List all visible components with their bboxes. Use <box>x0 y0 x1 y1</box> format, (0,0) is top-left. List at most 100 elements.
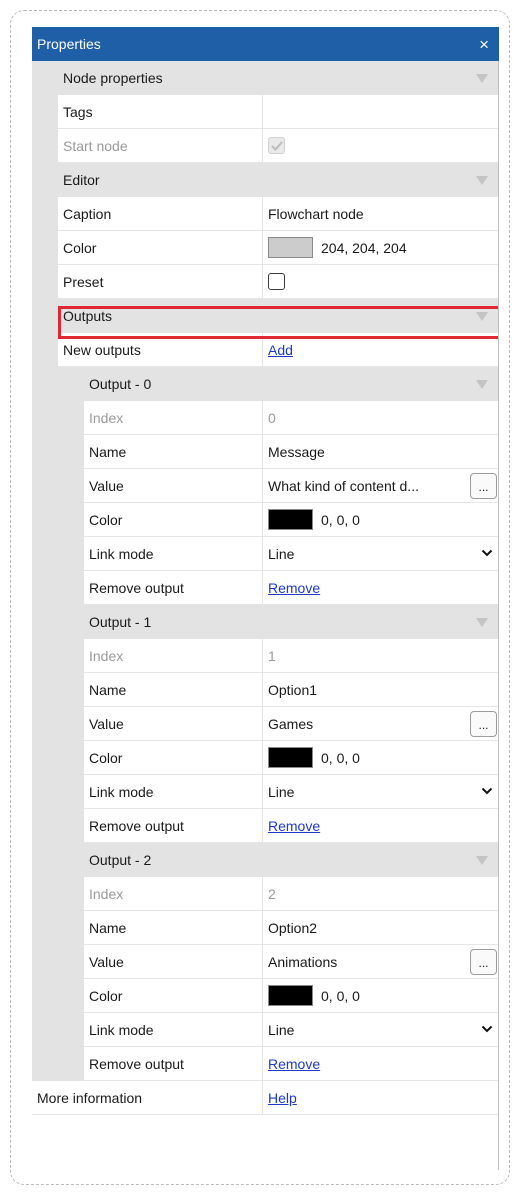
property-row-index: Index 0 <box>32 401 499 435</box>
property-row-value: Value What kind of content d... ... <box>32 469 499 503</box>
index-field: 0 <box>262 401 499 435</box>
name-field[interactable]: Message <box>262 435 499 469</box>
chevron-down-icon[interactable] <box>481 548 493 558</box>
property-label: Name <box>84 911 262 945</box>
property-row-name: Name Option2 <box>32 911 499 945</box>
caption-field[interactable]: Flowchart node <box>262 197 499 231</box>
property-label: Remove output <box>84 1047 262 1081</box>
property-row-start-node: Start node <box>32 129 499 163</box>
color-swatch[interactable] <box>268 747 313 768</box>
property-label: Color <box>84 979 262 1013</box>
property-row-value: Value Animations ... <box>32 945 499 979</box>
property-row-color: Color 0, 0, 0 <box>32 503 499 537</box>
category-title: Output - 0 <box>89 376 152 392</box>
name-field[interactable]: Option2 <box>262 911 499 945</box>
link-mode-select[interactable]: Line <box>262 537 499 571</box>
property-row-name: Name Message <box>32 435 499 469</box>
value-field[interactable]: What kind of content d... ... <box>262 469 499 503</box>
property-row-more-information: More information Help <box>32 1081 499 1115</box>
property-label: Preset <box>58 265 262 299</box>
collapse-triangle-icon[interactable] <box>476 175 488 185</box>
scrollbar-edge <box>498 61 499 1170</box>
category-editor[interactable]: Editor <box>32 163 499 197</box>
property-row-color: Color 0, 0, 0 <box>32 741 499 775</box>
color-swatch[interactable] <box>268 237 313 258</box>
property-label: Index <box>84 639 262 673</box>
property-label: More information <box>32 1081 262 1115</box>
category-output-2[interactable]: Output - 2 <box>32 843 499 877</box>
chevron-down-icon[interactable] <box>481 1024 493 1034</box>
category-node-properties[interactable]: Node properties <box>32 61 499 95</box>
tags-field[interactable] <box>262 95 499 129</box>
panel-title: Properties <box>37 36 101 52</box>
property-label: Remove output <box>84 571 262 605</box>
collapse-triangle-icon[interactable] <box>476 379 488 389</box>
property-row-new-outputs: New outputs Add <box>32 333 499 367</box>
link-mode-select[interactable]: Line <box>262 775 499 809</box>
property-label: Index <box>84 877 262 911</box>
edit-value-button[interactable]: ... <box>470 473 497 499</box>
color-field[interactable]: 0, 0, 0 <box>262 741 499 775</box>
category-title: Editor <box>63 172 100 188</box>
index-field: 2 <box>262 877 499 911</box>
collapse-triangle-icon[interactable] <box>476 617 488 627</box>
edit-value-button[interactable]: ... <box>470 711 497 737</box>
add-output-link[interactable]: Add <box>268 342 293 358</box>
property-row-index: Index 1 <box>32 639 499 673</box>
color-swatch[interactable] <box>268 985 313 1006</box>
category-title: Node properties <box>63 70 163 86</box>
remove-output-link[interactable]: Remove <box>268 580 320 596</box>
property-row-link-mode: Link mode Line <box>32 537 499 571</box>
color-swatch[interactable] <box>268 509 313 530</box>
category-title: Outputs <box>63 308 113 324</box>
close-icon[interactable]: × <box>479 36 489 53</box>
category-outputs[interactable]: Outputs <box>32 299 499 333</box>
panel-titlebar: Properties × <box>32 27 499 61</box>
property-label: Remove output <box>84 809 262 843</box>
property-grid: Node properties Tags Start node Editor C… <box>32 61 499 1115</box>
property-label: Color <box>58 231 262 265</box>
property-label: Start node <box>58 129 262 163</box>
property-label: Name <box>84 435 262 469</box>
property-label: Name <box>84 673 262 707</box>
property-label: Index <box>84 401 262 435</box>
remove-output-link[interactable]: Remove <box>268 1056 320 1072</box>
category-title: Output - 1 <box>89 614 152 630</box>
help-link[interactable]: Help <box>268 1090 297 1106</box>
category-output-1[interactable]: Output - 1 <box>32 605 499 639</box>
property-row-link-mode: Link mode Line <box>32 1013 499 1047</box>
remove-output-link[interactable]: Remove <box>268 818 320 834</box>
value-field[interactable]: Animations ... <box>262 945 499 979</box>
category-output-0[interactable]: Output - 0 <box>32 367 499 401</box>
name-field[interactable]: Option1 <box>262 673 499 707</box>
preset-checkbox[interactable] <box>268 273 285 290</box>
property-row-color: Color 204, 204, 204 <box>32 231 499 265</box>
color-field[interactable]: 0, 0, 0 <box>262 503 499 537</box>
property-label: Caption <box>58 197 262 231</box>
index-field: 1 <box>262 639 499 673</box>
link-mode-select[interactable]: Line <box>262 1013 499 1047</box>
property-label: Color <box>84 503 262 537</box>
properties-panel: Properties × Node properties Tags Start … <box>32 27 499 1170</box>
collapse-triangle-icon[interactable] <box>476 311 488 321</box>
property-row-tags: Tags <box>32 95 499 129</box>
chevron-down-icon[interactable] <box>481 786 493 796</box>
property-label: Value <box>84 945 262 979</box>
property-label: Link mode <box>84 775 262 809</box>
property-label: Value <box>84 707 262 741</box>
property-label: Value <box>84 469 262 503</box>
property-row-remove-output: Remove output Remove <box>32 1047 499 1081</box>
color-field[interactable]: 204, 204, 204 <box>262 231 499 265</box>
edit-value-button[interactable]: ... <box>470 949 497 975</box>
property-label: Color <box>84 741 262 775</box>
collapse-triangle-icon[interactable] <box>476 73 488 83</box>
property-row-link-mode: Link mode Line <box>32 775 499 809</box>
value-field[interactable]: Games ... <box>262 707 499 741</box>
property-row-preset: Preset <box>32 265 499 299</box>
property-label: Link mode <box>84 537 262 571</box>
color-field[interactable]: 0, 0, 0 <box>262 979 499 1013</box>
property-row-caption: Caption Flowchart node <box>32 197 499 231</box>
start-node-checkbox <box>268 137 285 154</box>
collapse-triangle-icon[interactable] <box>476 855 488 865</box>
property-row-index: Index 2 <box>32 877 499 911</box>
